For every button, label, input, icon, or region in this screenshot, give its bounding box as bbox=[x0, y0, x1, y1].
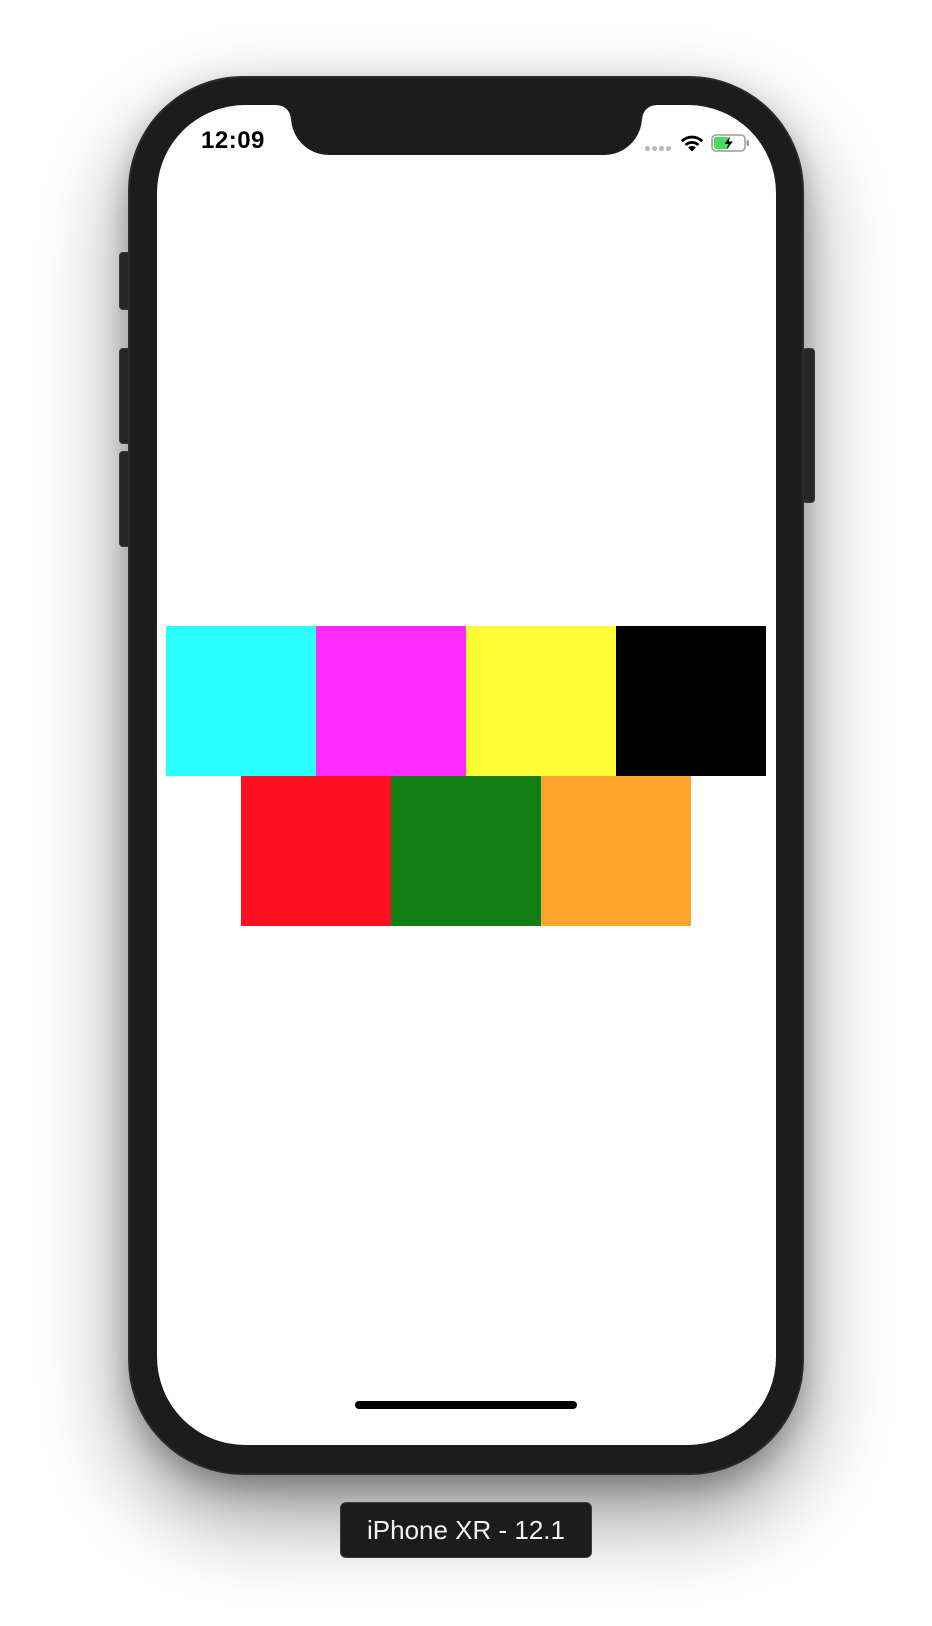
swatch-yellow bbox=[466, 626, 616, 776]
device-label: iPhone XR - 12.1 bbox=[340, 1502, 592, 1558]
swatch-black bbox=[616, 626, 766, 776]
simulator-window: 12:09 iPhone XR - 12.1 bbox=[0, 0, 932, 1626]
battery-charging-icon bbox=[711, 134, 749, 152]
status-time: 12:09 bbox=[201, 127, 265, 154]
swatch-green bbox=[391, 776, 541, 926]
home-indicator[interactable] bbox=[355, 1401, 577, 1409]
swatch-magenta bbox=[316, 626, 466, 776]
status-icons bbox=[645, 132, 751, 154]
wifi-icon bbox=[680, 135, 704, 152]
notch bbox=[277, 105, 656, 155]
swatch-cyan bbox=[166, 626, 316, 776]
device-screen[interactable]: 12:09 bbox=[157, 105, 776, 1445]
swatch-orange bbox=[541, 776, 691, 926]
swatch-red bbox=[241, 776, 391, 926]
cellular-signal-icon bbox=[645, 145, 671, 151]
